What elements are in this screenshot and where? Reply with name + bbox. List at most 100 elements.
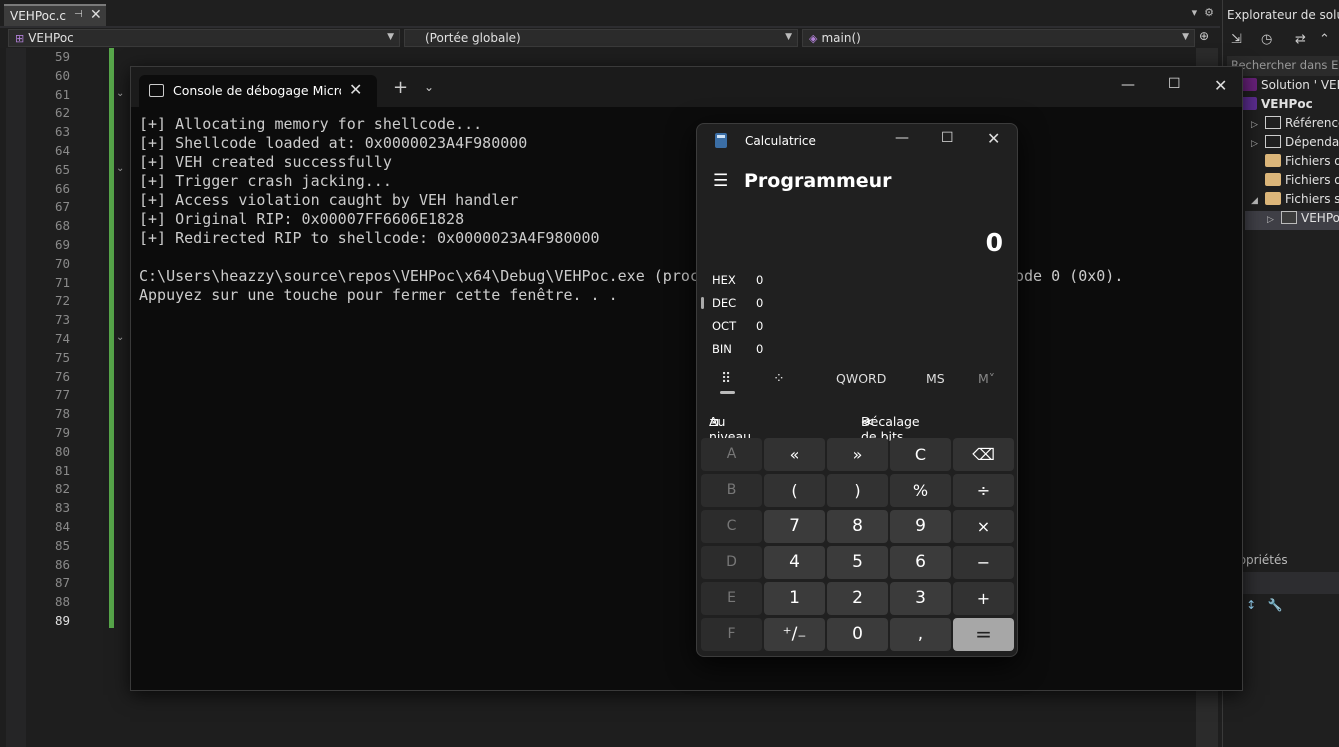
key-divide[interactable]: ÷ [953, 474, 1014, 507]
key-3[interactable]: 3 [890, 582, 951, 615]
key-clear[interactable]: C [890, 438, 951, 471]
project-dropdown[interactable]: ⊞ VEHPoc ▼ [8, 29, 400, 47]
full-keypad-icon[interactable]: ⠿ [721, 371, 731, 387]
chevron-right-icon[interactable]: ▷ [1251, 139, 1265, 149]
calculator-title: Calculatrice [745, 134, 816, 148]
key-d[interactable]: D [701, 546, 762, 579]
calculator-window[interactable]: Calculatrice — ☐ ✕ ☰ Programmeur 0 HEX 0 … [696, 123, 1018, 657]
line-number: 59 [54, 49, 70, 64]
folder-icon [1265, 192, 1281, 205]
scope-dropdown[interactable]: (Portée globale) ▼ [404, 29, 798, 47]
project-icon: ⊞ [15, 32, 25, 45]
tree-item-dependencies[interactable]: ▷Dépendances externes [1251, 135, 1339, 154]
key-4[interactable]: 4 [764, 546, 825, 579]
key-8[interactable]: 8 [827, 510, 888, 543]
terminal-icon [149, 84, 164, 97]
line-number: 77 [54, 387, 70, 403]
tree-item-vehpoc-c[interactable]: ▷VEHPoc.c [1245, 211, 1339, 230]
hamburger-menu-icon[interactable]: ☰ [713, 171, 728, 191]
calculator-app-icon [715, 133, 727, 148]
line-number: 73 [54, 312, 70, 328]
solution-explorer-toolbar: ⇲ ◷ ⇄ ⌃ [1223, 28, 1339, 52]
solution-search-input[interactable]: Rechercher dans Explorateur de solutions [1227, 56, 1339, 76]
key-subtract[interactable]: − [953, 546, 1014, 579]
function-dropdown[interactable]: ◈ main() ▼ [802, 29, 1195, 47]
key-b[interactable]: B [701, 474, 762, 507]
tree-item-header-files[interactable]: Fichiers d'en-tête [1265, 154, 1339, 173]
sync-icon[interactable]: ⇲ [1231, 32, 1242, 47]
key-modulo[interactable]: % [890, 474, 951, 507]
key-c[interactable]: C [701, 510, 762, 543]
radix-oct[interactable]: OCT 0 [712, 319, 763, 333]
new-tab-icon[interactable]: + [393, 77, 408, 98]
fold-chevron-icon[interactable]: ⌄ [116, 332, 124, 343]
key-multiply[interactable]: × [953, 510, 1014, 543]
key-negate[interactable]: ⁺∕₋ [764, 618, 825, 651]
close-window-icon[interactable]: ✕ [987, 129, 1000, 148]
maximize-icon[interactable]: ☐ [941, 130, 954, 146]
key-9[interactable]: 9 [890, 510, 951, 543]
collapse-all-icon[interactable]: ⌃ [1319, 32, 1330, 47]
properties-object-selector[interactable] [1227, 572, 1339, 594]
folder-icon [1265, 173, 1281, 186]
key-open-paren[interactable]: ( [764, 474, 825, 507]
tree-item-solution[interactable]: Solution ' VEHPoc' [1227, 78, 1339, 97]
tree-item-project[interactable]: VEHPoc [1241, 97, 1313, 116]
debug-console-window[interactable]: Console de débogage Microsoft Visual Stu… [130, 66, 1243, 691]
split-icon[interactable]: ⊕ [1199, 29, 1209, 43]
memory-view-button[interactable]: M˅ [978, 371, 995, 386]
key-e[interactable]: E [701, 582, 762, 615]
bitwise-dropdown[interactable]: ⊐ Au niveau du bit ⌄ [709, 411, 751, 459]
key-1[interactable]: 1 [764, 582, 825, 615]
key-backspace[interactable]: ⌫ [953, 438, 1014, 471]
line-number-gutter: 59 60 61 62 63 64 65 66 67 68 69 70 71 72 73 74 75 76 77 78… [28, 48, 70, 631]
key-close-paren[interactable]: ) [827, 474, 888, 507]
tree-item-references[interactable]: ▷Références [1251, 116, 1339, 135]
key-2[interactable]: 2 [827, 582, 888, 615]
vs-document-tabbar: VEHPoc.c ⊣ ✕ ▾ ⚙ [0, 0, 1220, 28]
minimize-icon[interactable]: — [895, 130, 909, 146]
tree-item-resource-files[interactable]: Fichiers de ressources [1265, 173, 1339, 192]
close-tab-icon[interactable]: ✕ [90, 7, 102, 23]
line-number: 78 [54, 406, 70, 422]
radix-bin[interactable]: BIN 0 [712, 342, 763, 356]
chevron-expanded-icon[interactable]: ◢ [1251, 196, 1265, 206]
key-5[interactable]: 5 [827, 546, 888, 579]
radix-dec[interactable]: DEC 0 [712, 296, 763, 310]
key-7[interactable]: 7 [764, 510, 825, 543]
chevron-right-icon[interactable]: ▷ [1267, 215, 1281, 225]
document-tab-vehpoc[interactable]: VEHPoc.c ⊣ ✕ [4, 4, 106, 26]
radix-hex[interactable]: HEX 0 [712, 273, 763, 287]
bitshift-dropdown[interactable]: ≪ Décalage de bits ⌄ [861, 411, 920, 444]
solution-icon [1241, 78, 1257, 91]
key-equals[interactable]: = [953, 618, 1014, 651]
key-a[interactable]: A [701, 438, 762, 471]
close-window-icon[interactable]: ✕ [1214, 76, 1227, 95]
tree-item-source-files[interactable]: ◢Fichiers sources [1251, 192, 1339, 211]
memory-store-button[interactable]: MS [926, 371, 945, 386]
key-f[interactable]: F [701, 618, 762, 651]
close-tab-icon[interactable]: ✕ [349, 80, 362, 99]
fold-chevron-icon[interactable]: ⌄ [116, 163, 124, 174]
key-decimal[interactable]: , [890, 618, 951, 651]
fold-chevron-icon[interactable]: ⌄ [116, 88, 124, 99]
history-icon[interactable]: ◷ [1261, 32, 1272, 47]
bit-toggle-keypad-icon[interactable]: ⁘ [773, 371, 785, 387]
word-size-button[interactable]: QWORD [836, 371, 886, 386]
key-shift-left[interactable]: « [764, 438, 825, 471]
chevron-down-icon[interactable]: ⌄ [424, 80, 434, 94]
pin-icon[interactable]: ⊣ [74, 9, 83, 20]
maximize-icon[interactable]: ☐ [1168, 76, 1181, 92]
line-number: 60 [54, 67, 70, 83]
tab-list-dropdown-icon[interactable]: ▾ ⚙ [1192, 6, 1214, 19]
line-number: 74 [54, 330, 70, 346]
key-6[interactable]: 6 [890, 546, 951, 579]
key-shift-right[interactable]: » [827, 438, 888, 471]
chevron-right-icon[interactable]: ▷ [1251, 120, 1265, 130]
console-tab[interactable]: Console de débogage Microsoft Visual Stu… [139, 75, 377, 107]
switch-views-icon[interactable]: ⇄ [1295, 32, 1306, 47]
minimize-icon[interactable]: — [1121, 77, 1135, 93]
key-0[interactable]: 0 [827, 618, 888, 651]
key-add[interactable]: + [953, 582, 1014, 615]
folder-icon [1265, 154, 1281, 167]
